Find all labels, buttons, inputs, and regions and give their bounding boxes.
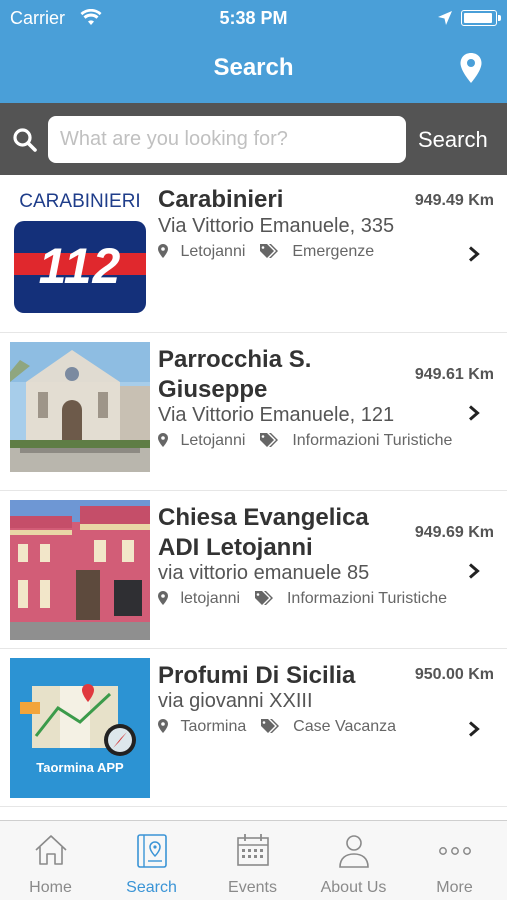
clock: 5:38 PM	[219, 8, 288, 28]
logo-text: Taormina APP	[36, 760, 124, 775]
tab-more[interactable]: More	[404, 821, 505, 900]
place-category: Emergenze	[292, 243, 375, 260]
place-city: Letojanni	[180, 243, 246, 260]
place-name: Chiesa Evangelica ADI Letojanni	[158, 504, 369, 561]
calendar-icon	[202, 833, 303, 869]
church-photo	[10, 342, 150, 482]
carabinieri-logo: CARABINIERI 112	[10, 187, 150, 327]
place-address: Via Vittorio Emanuele, 121	[158, 404, 395, 426]
tab-search[interactable]: Search	[101, 821, 202, 900]
map-guide-icon	[101, 833, 202, 869]
page-title: Search	[213, 54, 294, 81]
tab-events[interactable]: Events	[202, 821, 303, 900]
map-pin-icon[interactable]	[459, 52, 483, 89]
tag-icon	[259, 244, 278, 258]
building-photo	[10, 500, 150, 640]
logo-number: 112	[38, 238, 122, 294]
list-item[interactable]: Chiesa Evangelica ADI Letojanni via vitt…	[0, 491, 507, 649]
list-item[interactable]	[0, 807, 507, 820]
place-name: Carabinieri	[158, 186, 284, 213]
chevron-right-icon	[468, 405, 480, 426]
place-name: Profumi Di Sicilia	[158, 662, 356, 689]
tab-about-us[interactable]: About Us	[303, 821, 404, 900]
chevron-right-icon	[468, 246, 480, 267]
tab-label: More	[436, 879, 473, 896]
more-dots-icon	[404, 833, 505, 869]
status-bar: Carrier 5:38 PM	[0, 0, 507, 36]
person-icon	[303, 833, 404, 869]
location-pin-icon	[158, 591, 168, 605]
place-distance: 950.00 Km	[414, 666, 494, 683]
search-bar: Search	[0, 103, 507, 175]
place-address: via vittorio emanuele 85	[158, 562, 370, 584]
place-city: Letojanni	[180, 432, 246, 449]
place-address: Via Vittorio Emanuele, 335	[158, 215, 395, 237]
list-item[interactable]: Parrocchia S. Giuseppe Via Vittorio Eman…	[0, 333, 507, 491]
location-pin-icon	[158, 433, 168, 447]
place-city: Taormina	[180, 718, 247, 735]
search-icon	[12, 127, 38, 158]
list-item[interactable]: Taormina APP Profumi Di Sicilia via giov…	[0, 649, 507, 807]
search-button[interactable]: Search	[418, 127, 488, 153]
tab-bar: Home Search Events About Us More	[0, 820, 507, 900]
tab-home[interactable]: Home	[0, 821, 101, 900]
chevron-right-icon	[468, 721, 480, 742]
tab-label: Events	[228, 879, 277, 896]
location-pin-icon	[158, 244, 168, 258]
home-icon	[0, 833, 101, 869]
list-item[interactable]: CARABINIERI 112 Carabinieri Via Vittorio…	[0, 175, 507, 333]
taormina-app-logo: Taormina APP	[10, 658, 150, 798]
place-distance: 949.69 Km	[414, 524, 494, 541]
results-list[interactable]: CARABINIERI 112 Carabinieri Via Vittorio…	[0, 175, 507, 820]
place-category: Informazioni Turistiche	[286, 590, 448, 607]
place-name: Parrocchia S. Giuseppe	[158, 346, 312, 403]
place-category: Informazioni Turistiche	[292, 432, 453, 449]
battery-icon	[461, 10, 501, 26]
tab-label: About Us	[320, 879, 387, 896]
search-input[interactable]	[48, 116, 406, 163]
location-arrow-icon	[437, 10, 453, 31]
tag-icon	[260, 719, 279, 733]
place-address: via giovanni XXIII	[158, 690, 313, 712]
place-distance: 949.49 Km	[414, 192, 494, 209]
place-city: letojanni	[180, 590, 241, 607]
place-category: Case Vacanza	[293, 718, 397, 735]
logo-text: CARABINIERI	[19, 191, 141, 212]
location-pin-icon	[158, 719, 168, 733]
nav-bar: Search	[0, 36, 507, 103]
tag-icon	[254, 591, 273, 605]
chevron-right-icon	[468, 563, 480, 584]
tab-label: Search	[126, 879, 177, 896]
tag-icon	[259, 433, 278, 447]
tab-label: Home	[29, 879, 72, 896]
place-distance: 949.61 Km	[414, 366, 494, 383]
